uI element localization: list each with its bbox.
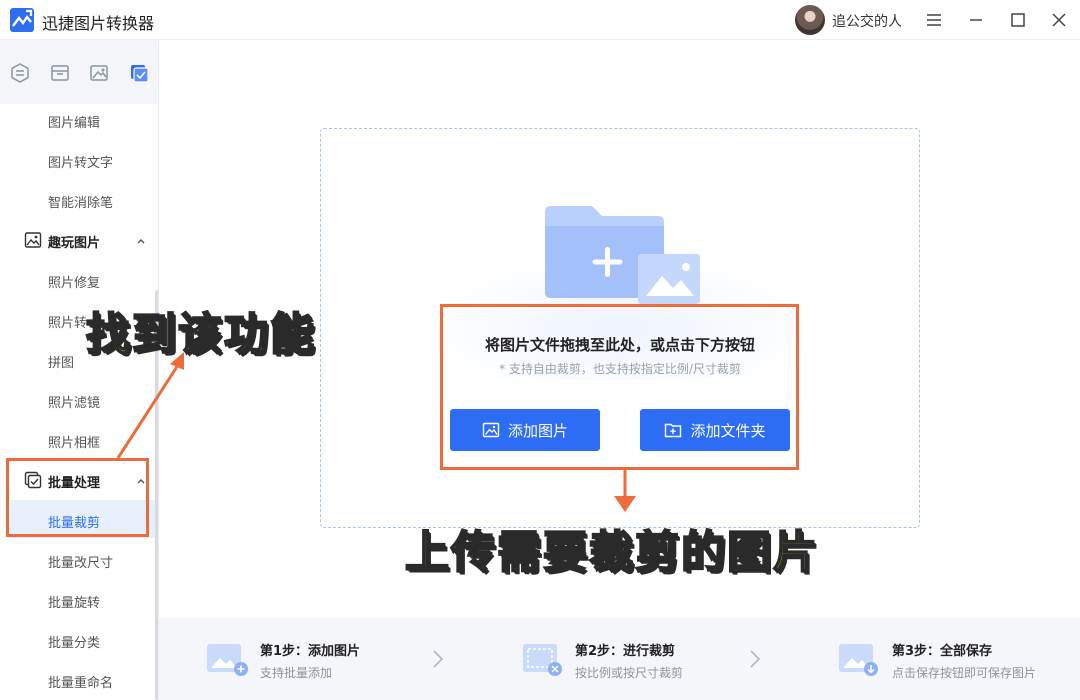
step-3-desc: 点击保存按钮即可保存图片 [892,666,1037,680]
user-name[interactable]: 追公交的人 [832,11,902,31]
step-add-image-icon [207,644,248,676]
step-2-desc: 按比例或按尺寸裁剪 [575,666,684,680]
step-1-title: 第1步：添加图片 [260,644,361,659]
close-icon[interactable] [1049,10,1069,30]
sidebar-item-batch-rename[interactable]: 批量重命名 [48,672,113,691]
sidebar-group-fun[interactable]: 趣玩图片 [48,232,100,251]
fun-image-icon [24,232,42,248]
sidebar-item-image-to-text[interactable]: 图片转文字 [48,152,113,171]
chevron-right-icon [750,650,761,668]
image-edit-icon[interactable] [88,62,110,84]
batch-icon[interactable] [128,62,150,84]
folder-illustration-icon [545,206,700,304]
step-crop-icon [523,644,562,676]
convert-icon[interactable] [9,62,31,84]
maximize-icon[interactable] [1008,10,1028,30]
sidebar-item-image-edit[interactable]: 图片编辑 [48,112,100,131]
user-avatar[interactable] [795,5,825,35]
step-3-title: 第3步：全部保存 [892,644,993,659]
sidebar-item-smart-eraser[interactable]: 智能消除笔 [48,192,113,211]
annotation-highlight-upload [440,304,799,470]
sidebar-toolbar [0,40,158,104]
sidebar-item-batch-classify[interactable]: 批量分类 [48,632,100,651]
annotation-highlight-batch [6,458,149,537]
step-1-desc: 支持批量添加 [260,666,333,680]
chevron-right-icon [433,650,444,668]
step-2-title: 第2步：进行裁剪 [575,644,676,659]
compress-icon[interactable] [49,62,71,84]
sidebar-item-collage[interactable]: 拼图 [48,352,74,371]
sidebar-item-batch-rotate[interactable]: 批量旋转 [48,592,100,611]
sidebar-divider [158,40,159,700]
app-title: 迅捷图片转换器 [42,14,155,33]
step-save-icon [839,644,878,676]
app-logo-icon [10,8,34,32]
sidebar: 图片编辑 图片转文字 智能消除笔 趣玩图片 照片修复 照片转 拼图 照片滤镜 照… [0,40,158,700]
sidebar-item-photo-filter[interactable]: 照片滤镜 [48,392,100,411]
minimize-icon[interactable] [966,10,986,30]
annotation-find-feature: 找到该功能 [85,308,316,361]
annotation-upload-hint: 上传需要裁剪的图片 [404,526,819,579]
sidebar-item-batch-resize[interactable]: 批量改尺寸 [48,552,113,571]
menu-icon[interactable] [924,10,944,30]
title-bar: 迅捷图片转换器 追公交的人 [0,0,1080,40]
sidebar-item-photo-frame[interactable]: 照片相框 [48,432,100,451]
sidebar-item-photo-convert[interactable]: 照片转 [48,312,87,331]
chevron-up-icon[interactable] [136,236,146,246]
sidebar-item-photo-repair[interactable]: 照片修复 [48,272,100,291]
steps-bar: 第1步：添加图片 支持批量添加 第2步：进行裁剪 按比例或按尺寸裁剪 第3步：全… [159,618,1080,700]
